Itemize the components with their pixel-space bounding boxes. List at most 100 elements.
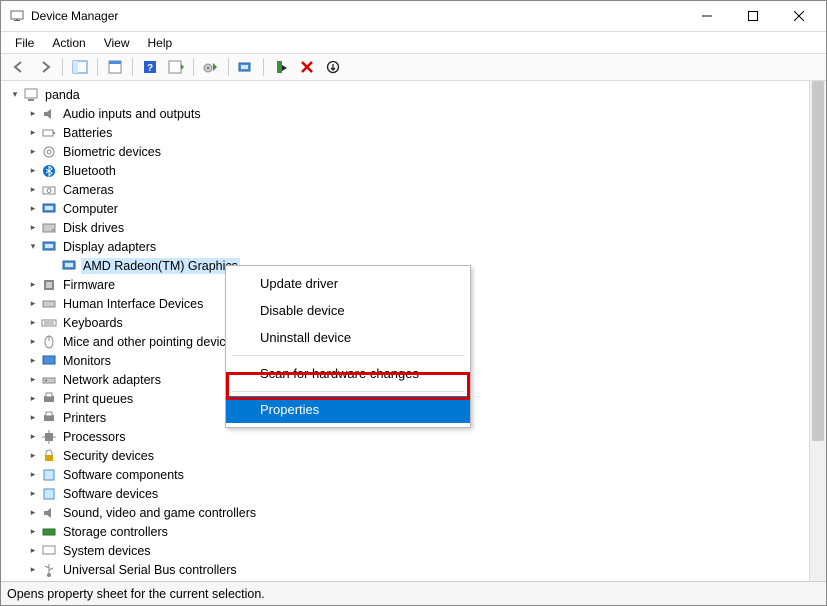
disable-device-button[interactable] [321, 56, 345, 78]
properties-button[interactable] [103, 56, 127, 78]
disk-icon [41, 220, 57, 236]
tree-device-label: AMD Radeon(TM) Graphics [81, 258, 240, 274]
expand-icon[interactable]: ▸ [27, 545, 39, 557]
scrollbar-thumb[interactable] [812, 81, 824, 441]
context-menu-properties[interactable]: Properties [226, 396, 470, 423]
menu-action[interactable]: Action [44, 34, 93, 52]
window-title: Device Manager [31, 9, 118, 23]
collapse-icon[interactable]: ▾ [9, 89, 21, 101]
firmware-icon [41, 277, 57, 293]
expand-icon[interactable]: ▸ [27, 412, 39, 424]
menu-file[interactable]: File [7, 34, 42, 52]
expand-icon[interactable]: ▸ [27, 564, 39, 576]
software-component-icon [41, 467, 57, 483]
usb-icon [41, 562, 57, 578]
expand-icon[interactable]: ▸ [27, 108, 39, 120]
maximize-button[interactable] [730, 1, 776, 31]
expand-icon[interactable]: ▸ [27, 507, 39, 519]
enable-device-button[interactable] [269, 56, 293, 78]
device-manager-window: Device Manager File Action View Help ? [0, 0, 827, 606]
statusbar: Opens property sheet for the current sel… [1, 581, 826, 605]
context-menu-update-driver[interactable]: Update driver [226, 270, 470, 297]
tree-category[interactable]: ▸Software devices [3, 484, 809, 503]
uninstall-device-button[interactable] [295, 56, 319, 78]
biometric-icon [41, 144, 57, 160]
expand-icon[interactable]: ▸ [27, 526, 39, 538]
tree-category[interactable]: ▸Disk drives [3, 218, 809, 237]
context-menu-separator [232, 391, 464, 392]
sound-icon [41, 505, 57, 521]
expand-icon[interactable]: ▸ [27, 203, 39, 215]
tree-category[interactable]: ▸Computer [3, 199, 809, 218]
expand-icon[interactable]: ▸ [27, 146, 39, 158]
tree-category-display-adapters[interactable]: ▾Display adapters [3, 237, 809, 256]
display-adapter-icon [41, 239, 57, 255]
expand-icon[interactable]: ▸ [27, 431, 39, 443]
tree-category[interactable]: ▸Biometric devices [3, 142, 809, 161]
show-hide-tree-button[interactable] [68, 56, 92, 78]
tree-category[interactable]: ▸Bluetooth [3, 161, 809, 180]
vertical-scrollbar[interactable] [809, 81, 826, 581]
context-menu-disable-device[interactable]: Disable device [226, 297, 470, 324]
status-text: Opens property sheet for the current sel… [7, 587, 265, 601]
software-device-icon [41, 486, 57, 502]
expand-icon[interactable]: ▸ [27, 469, 39, 481]
computer-icon [23, 87, 39, 103]
toolbar: ? [1, 53, 826, 81]
svg-text:?: ? [147, 63, 153, 74]
print-queue-icon [41, 391, 57, 407]
battery-icon [41, 125, 57, 141]
tree-root-label: panda [43, 87, 82, 103]
tree-category[interactable]: ▸Audio inputs and outputs [3, 104, 809, 123]
context-menu-separator [232, 355, 464, 356]
context-menu-uninstall-device[interactable]: Uninstall device [226, 324, 470, 351]
tree-category[interactable]: ▸Universal Serial Bus controllers [3, 560, 809, 579]
tree-category[interactable]: ▸Software components [3, 465, 809, 484]
menubar: File Action View Help [1, 31, 826, 53]
tree-category[interactable]: ▸Security devices [3, 446, 809, 465]
collapse-icon[interactable]: ▾ [27, 241, 39, 253]
action-button[interactable] [164, 56, 188, 78]
update-driver-button[interactable] [199, 56, 223, 78]
tree-category[interactable]: ▸Processors [3, 427, 809, 446]
menu-view[interactable]: View [96, 34, 138, 52]
expand-icon[interactable]: ▸ [27, 298, 39, 310]
expand-icon[interactable]: ▸ [27, 450, 39, 462]
audio-icon [41, 106, 57, 122]
scan-hardware-button[interactable] [234, 56, 258, 78]
expand-icon[interactable]: ▸ [27, 127, 39, 139]
mouse-icon [41, 334, 57, 350]
tree-category[interactable]: ▸System devices [3, 541, 809, 560]
help-button[interactable]: ? [138, 56, 162, 78]
hid-icon [41, 296, 57, 312]
context-menu: Update driver Disable device Uninstall d… [225, 265, 471, 428]
tree-category[interactable]: ▸Cameras [3, 180, 809, 199]
context-menu-scan-hardware[interactable]: Scan for hardware changes [226, 360, 470, 387]
bluetooth-icon [41, 163, 57, 179]
close-button[interactable] [776, 1, 822, 31]
menu-help[interactable]: Help [140, 34, 181, 52]
expand-icon[interactable]: ▸ [27, 336, 39, 348]
camera-icon [41, 182, 57, 198]
expand-icon[interactable]: ▸ [27, 279, 39, 291]
network-icon [41, 372, 57, 388]
forward-button[interactable] [33, 56, 57, 78]
expand-icon[interactable]: ▸ [27, 393, 39, 405]
expand-icon[interactable]: ▸ [27, 355, 39, 367]
tree-root[interactable]: ▾ panda [3, 85, 809, 104]
computer-icon [41, 201, 57, 217]
display-adapter-icon [61, 258, 77, 274]
minimize-button[interactable] [684, 1, 730, 31]
tree-category[interactable]: ▸Storage controllers [3, 522, 809, 541]
expand-icon[interactable]: ▸ [27, 222, 39, 234]
expand-icon[interactable]: ▸ [27, 317, 39, 329]
tree-category[interactable]: ▸Sound, video and game controllers [3, 503, 809, 522]
storage-controller-icon [41, 524, 57, 540]
back-button[interactable] [7, 56, 31, 78]
expand-icon[interactable]: ▸ [27, 165, 39, 177]
expand-icon[interactable]: ▸ [27, 374, 39, 386]
tree-category[interactable]: ▸Batteries [3, 123, 809, 142]
expand-icon[interactable]: ▸ [27, 184, 39, 196]
monitor-icon [41, 353, 57, 369]
expand-icon[interactable]: ▸ [27, 488, 39, 500]
